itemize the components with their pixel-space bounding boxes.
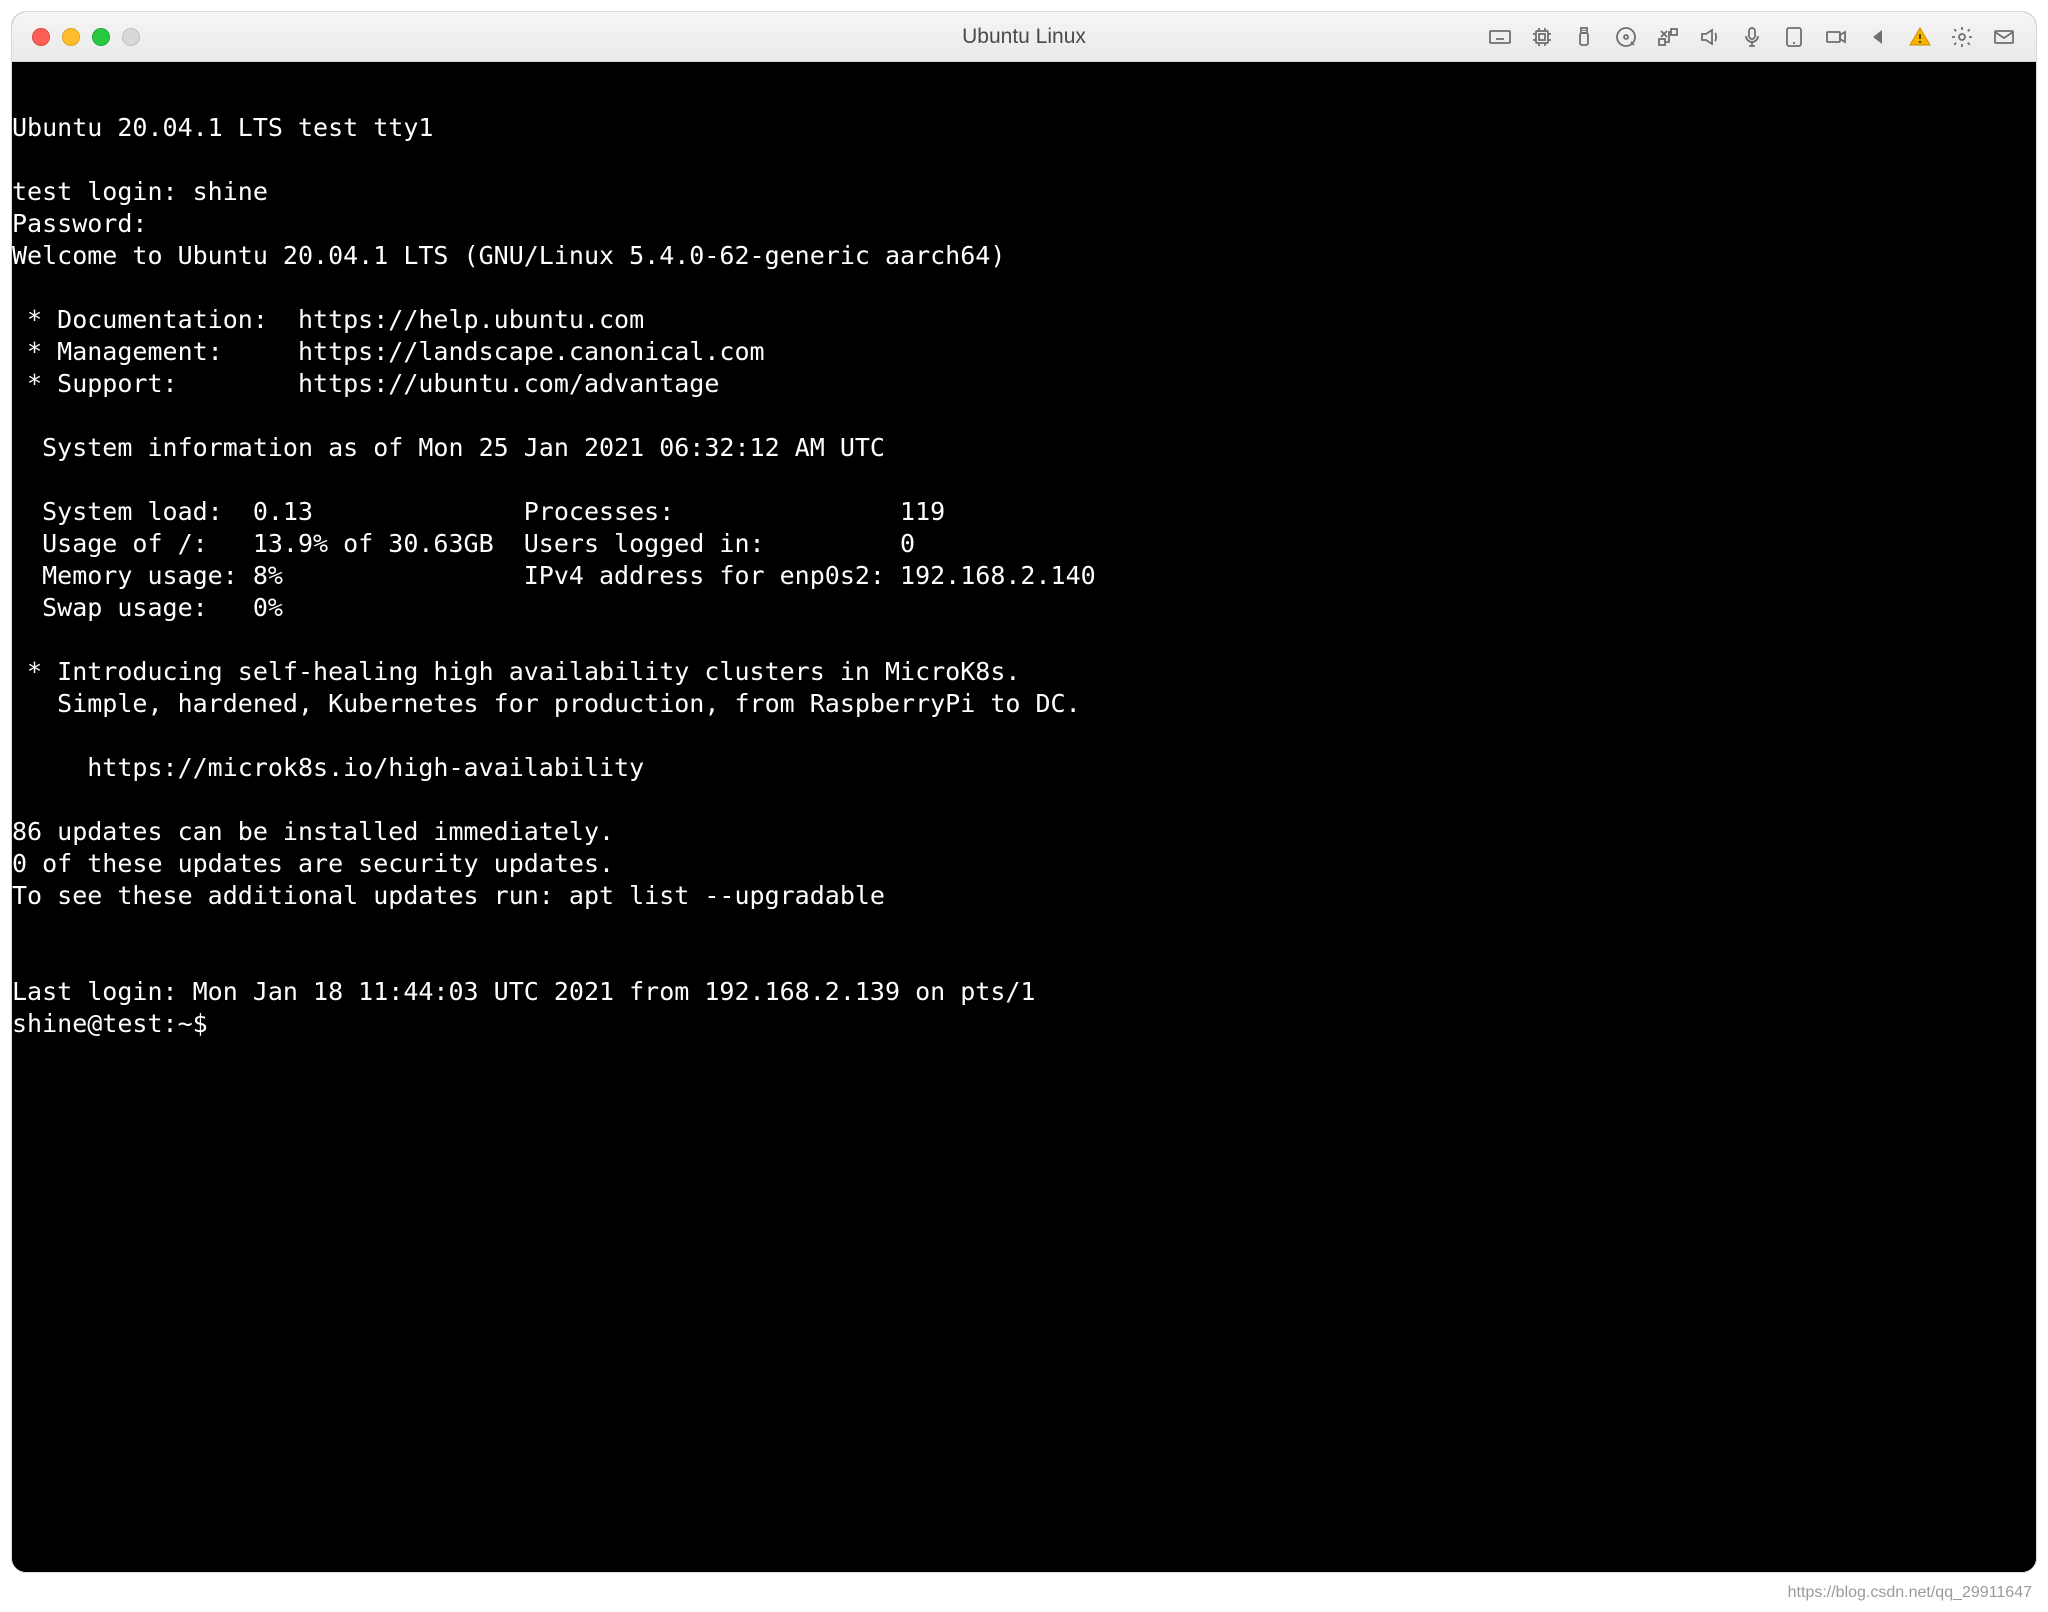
vm-window: Ubuntu Linux: [12, 12, 2036, 1572]
disc-icon[interactable]: [1612, 23, 1640, 51]
mail-icon[interactable]: [1990, 23, 2018, 51]
settings-icon[interactable]: [1948, 23, 1976, 51]
camera-icon[interactable]: [1822, 23, 1850, 51]
back-icon[interactable]: [1864, 23, 1892, 51]
watermark: https://blog.csdn.net/qq_29911647: [1788, 1584, 2032, 1602]
network-icon[interactable]: [1654, 23, 1682, 51]
terminal-output: Ubuntu 20.04.1 LTS test tty1 test login:…: [12, 113, 1096, 1038]
keyboard-icon[interactable]: [1486, 23, 1514, 51]
titlebar: Ubuntu Linux: [12, 12, 2036, 62]
zoom-button[interactable]: [92, 28, 110, 46]
terminal-area[interactable]: Ubuntu 20.04.1 LTS test tty1 test login:…: [12, 62, 2036, 1572]
close-button[interactable]: [32, 28, 50, 46]
cpu-icon[interactable]: [1528, 23, 1556, 51]
window-title: Ubuntu Linux: [962, 25, 1086, 49]
warning-icon[interactable]: [1906, 23, 1934, 51]
traffic-lights: [12, 28, 140, 46]
microphone-icon[interactable]: [1738, 23, 1766, 51]
usb-icon[interactable]: [1570, 23, 1598, 51]
inactive-light: [122, 28, 140, 46]
sound-icon[interactable]: [1696, 23, 1724, 51]
tablet-icon[interactable]: [1780, 23, 1808, 51]
toolbar-icons: [1486, 23, 2036, 51]
minimize-button[interactable]: [62, 28, 80, 46]
